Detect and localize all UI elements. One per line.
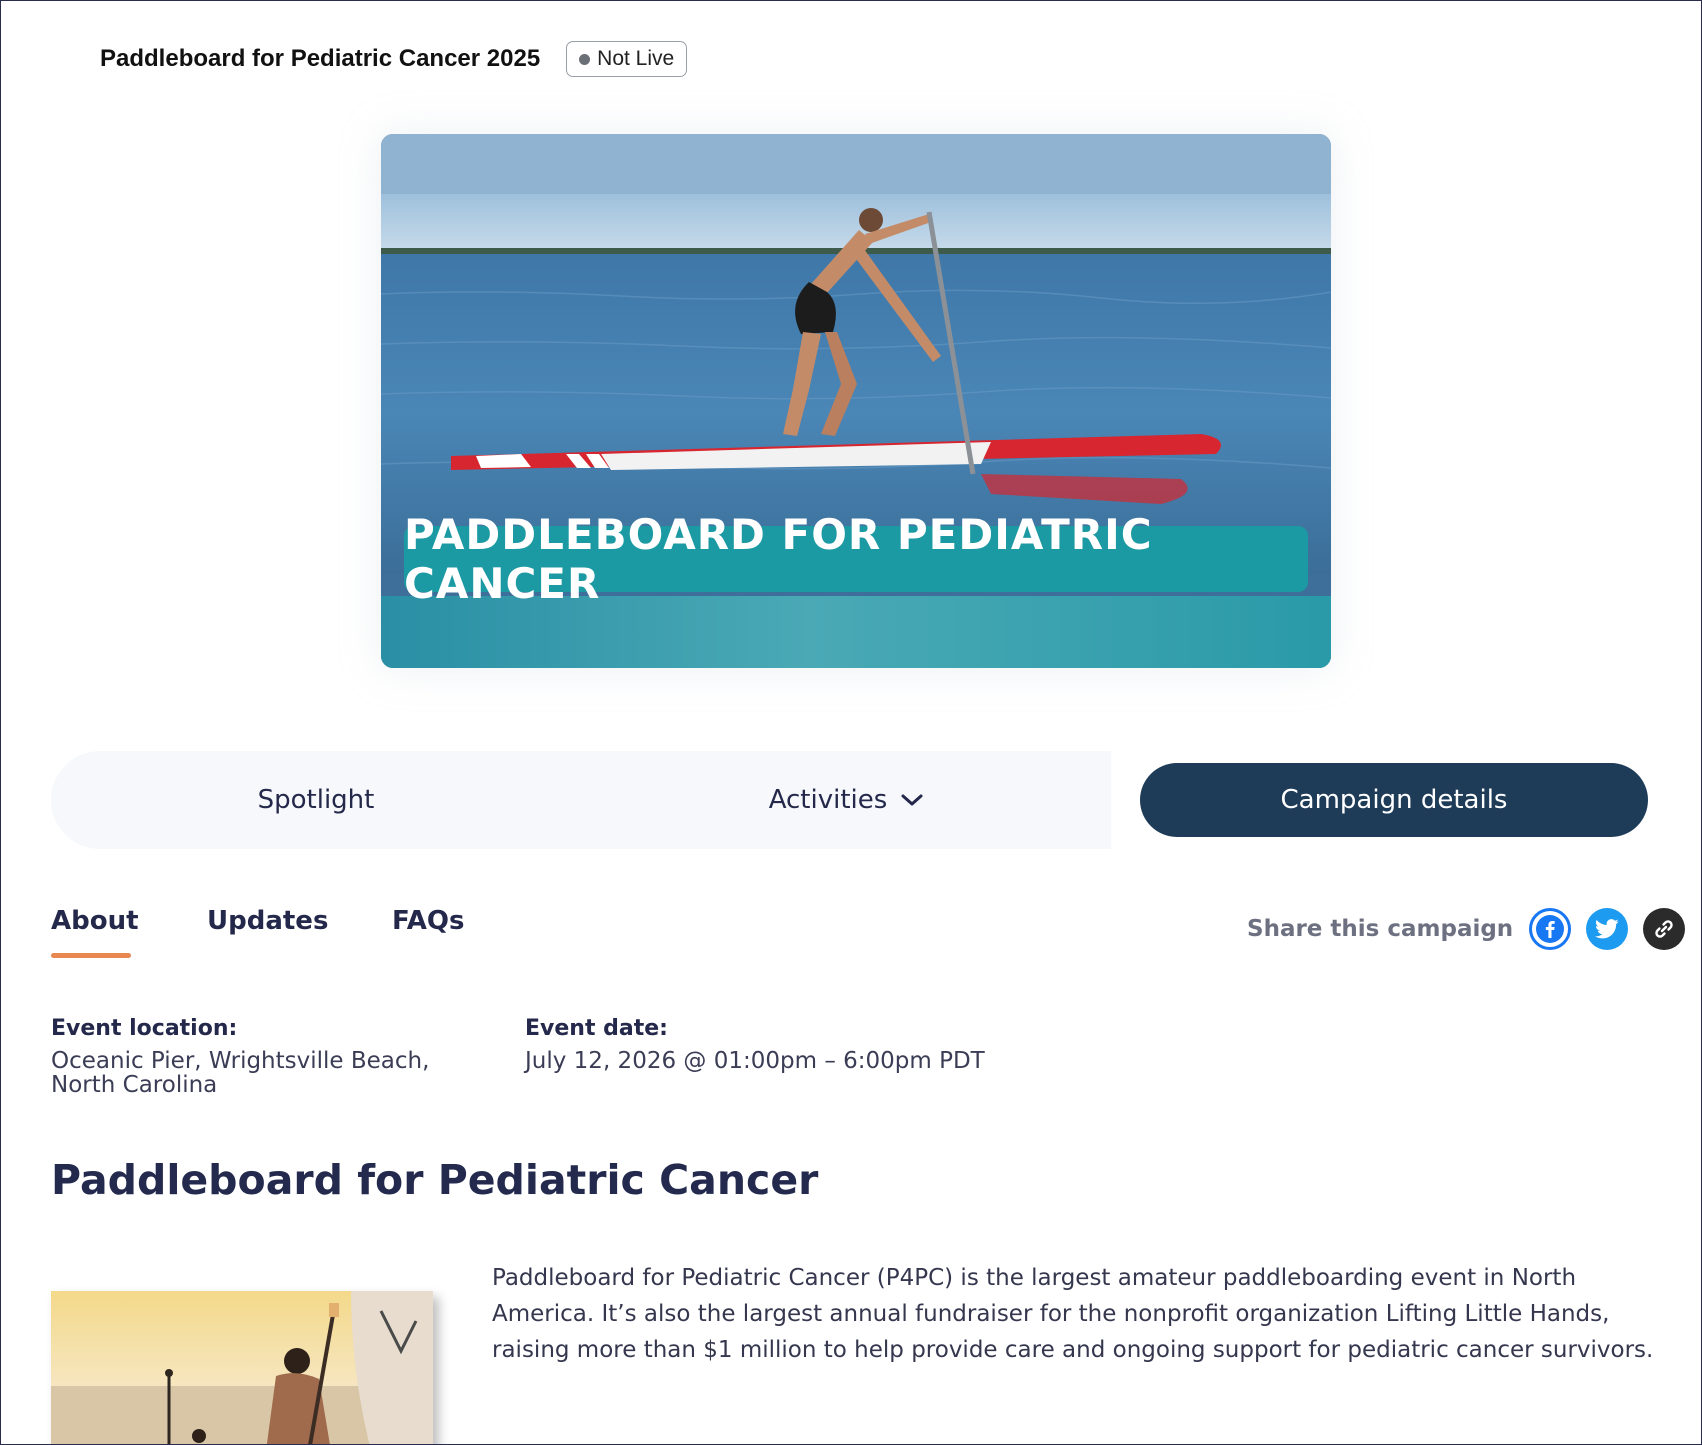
share-section: Share this campaign — [1247, 907, 1686, 951]
nav-campaign-details[interactable]: Campaign details — [1140, 763, 1648, 837]
tab-about[interactable]: About — [51, 906, 139, 958]
story-heading: Paddleboard for Pediatric Cancer — [51, 1156, 819, 1204]
facebook-share-button[interactable] — [1529, 908, 1572, 950]
event-location-label: Event location: — [51, 1016, 238, 1041]
event-date-label: Event date: — [525, 1016, 668, 1041]
nav-campaign-details-label: Campaign details — [1280, 785, 1508, 815]
event-date: Event date: July 12, 2026 @ 01:00pm – 6:… — [525, 1016, 1125, 1073]
hero-banner: PADDLEBOARD FOR PEDIATRIC CANCER — [404, 510, 1308, 608]
nav-activities-dropdown[interactable]: Activities — [581, 751, 1111, 849]
nav-activities-label: Activities — [768, 785, 888, 815]
story-photo — [51, 1291, 433, 1444]
page-frame: Paddleboard for Pediatric Cancer 2025 No… — [0, 0, 1702, 1445]
status-badge: Not Live — [566, 41, 688, 77]
story-image — [51, 1291, 433, 1444]
hero-image: PADDLEBOARD FOR PEDIATRIC CANCER — [381, 134, 1331, 668]
facebook-icon — [1536, 915, 1565, 943]
story-paragraph: Paddleboard for Pediatric Cancer (P4PC) … — [492, 1265, 1654, 1363]
tab-faqs-label: FAQs — [392, 906, 465, 936]
status-badge-label: Not Live — [597, 47, 675, 70]
tab-updates-label: Updates — [207, 906, 329, 936]
nav-spotlight-label: Spotlight — [257, 785, 375, 815]
copy-link-button[interactable] — [1643, 908, 1686, 950]
link-icon — [1655, 920, 1673, 938]
tab-faqs[interactable]: FAQs — [392, 906, 464, 936]
campaign-nav: Spotlight Activities Campaign details — [51, 751, 1651, 849]
twitter-share-button[interactable] — [1586, 908, 1629, 950]
share-label: Share this campaign — [1247, 916, 1514, 942]
chevron-down-icon — [901, 793, 923, 807]
campaign-header: Paddleboard for Pediatric Cancer 2025 No… — [100, 39, 688, 79]
nav-spotlight[interactable]: Spotlight — [51, 751, 581, 849]
status-dot-icon — [579, 53, 591, 65]
tab-about-label: About — [51, 906, 139, 936]
event-location: Event location: Oceanic Pier, Wrightsvil… — [51, 1016, 471, 1097]
campaign-title: Paddleboard for Pediatric Cancer 2025 — [100, 45, 541, 72]
event-location-value: Oceanic Pier, Wrightsville Beach, North … — [51, 1048, 430, 1098]
event-date-value: July 12, 2026 @ 01:00pm – 6:00pm PDT — [525, 1048, 985, 1074]
active-tab-indicator — [51, 953, 131, 958]
tab-updates[interactable]: Updates — [207, 906, 328, 936]
twitter-icon — [1595, 919, 1619, 939]
